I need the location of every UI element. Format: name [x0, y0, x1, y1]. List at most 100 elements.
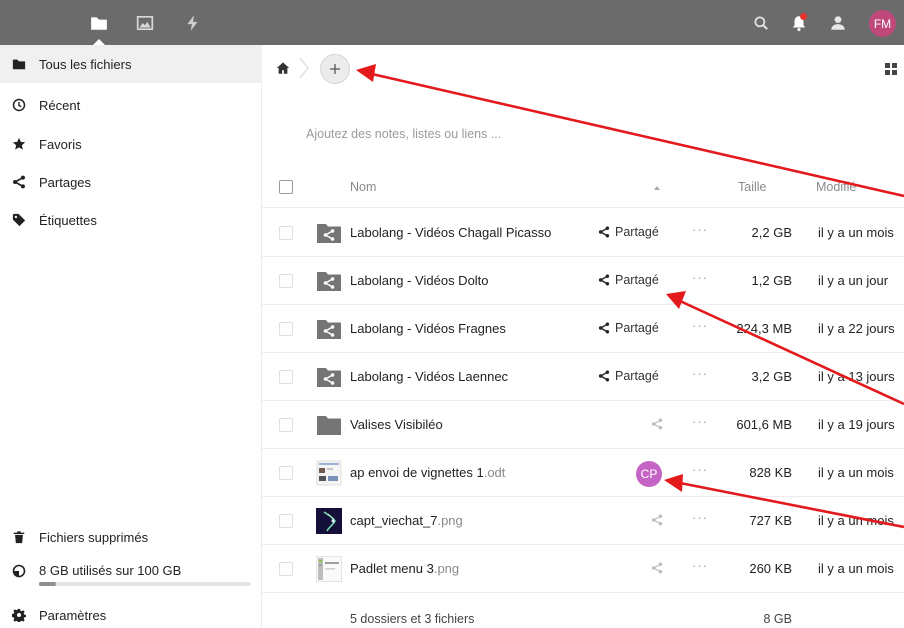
row-checkbox[interactable]	[279, 370, 293, 384]
tag-icon	[12, 213, 26, 227]
file-name[interactable]: Labolang - Vidéos Chagall Picasso	[350, 225, 551, 240]
row-checkbox[interactable]	[279, 274, 293, 288]
summary-size: 8 GB	[763, 612, 793, 626]
share-icon[interactable]	[651, 562, 663, 574]
column-header-modified[interactable]: Modifié	[816, 180, 856, 194]
share-status-button[interactable]: Partagé	[598, 273, 659, 287]
sidebar-item-settings[interactable]: Paramètres	[0, 596, 262, 628]
more-actions-icon[interactable]: ···	[692, 462, 708, 477]
file-modified-date: il y a 22 jours	[818, 321, 895, 336]
file-modified-date: il y a 19 jours	[818, 417, 895, 432]
row-checkbox[interactable]	[279, 514, 293, 528]
annotation-arrowhead	[356, 64, 376, 82]
file-modified-date: il y a un mois	[818, 561, 894, 576]
more-actions-icon[interactable]: ···	[692, 558, 708, 573]
shared-with-avatar[interactable]: CP	[636, 461, 662, 487]
file-name[interactable]: Labolang - Vidéos Laennec	[350, 369, 508, 384]
share-status-button[interactable]: Partagé	[598, 321, 659, 335]
sidebar-item-all-files[interactable]: Tous les fichiers	[0, 45, 262, 83]
column-header-size[interactable]: Taille	[738, 180, 767, 194]
share-icon	[12, 175, 26, 189]
file-size: 1,2 GB	[751, 273, 792, 288]
files-app-icon[interactable]	[90, 14, 108, 32]
quota-pie-icon	[12, 564, 26, 578]
share-status-button[interactable]: Partagé	[598, 225, 659, 239]
table-row[interactable]: Labolang - Vidéos Chagall Picasso Partag…	[262, 209, 904, 257]
contacts-icon[interactable]	[829, 14, 847, 32]
activity-app-icon[interactable]	[184, 14, 202, 32]
share-status-button[interactable]: Partagé	[598, 369, 659, 383]
file-name[interactable]: Labolang - Vidéos Dolto	[350, 273, 489, 288]
row-checkbox[interactable]	[279, 322, 293, 336]
table-row[interactable]: Padlet menu 3.png ··· 260 KB il y a un m…	[262, 545, 904, 593]
file-name[interactable]: ap envoi de vignettes 1.odt	[350, 465, 505, 480]
shared-folder-icon	[316, 316, 342, 342]
table-row[interactable]: Labolang - Vidéos Dolto Partagé ··· 1,2 …	[262, 257, 904, 305]
file-name[interactable]: Valises Visibiléo	[350, 417, 443, 432]
more-actions-icon[interactable]: ···	[692, 270, 708, 285]
notification-badge	[800, 13, 807, 20]
sidebar-item-recent[interactable]: Récent	[0, 86, 262, 124]
trash-icon	[12, 530, 26, 544]
sidebar-item-label: Favoris	[39, 136, 82, 152]
user-avatar[interactable]: FM	[869, 10, 896, 37]
folder-icon	[316, 412, 342, 438]
file-size: 260 KB	[749, 561, 792, 576]
sidebar-item-shares[interactable]: Partages	[0, 163, 262, 201]
shared-folder-icon	[316, 364, 342, 390]
image-thumbnail-icon	[316, 508, 342, 534]
rich-workspace-notes-placeholder[interactable]: Ajoutez des notes, listes ou liens ...	[306, 127, 501, 141]
share-icon[interactable]	[651, 418, 663, 430]
file-list-header: Nom Taille Modifié	[262, 166, 904, 208]
file-list-summary: 5 dossiers et 3 fichiers 8 GB	[262, 602, 904, 628]
home-icon[interactable]	[276, 61, 290, 75]
share-icon	[598, 370, 610, 382]
sidebar-item-label: Tous les fichiers	[39, 56, 132, 72]
image-thumbnail-icon	[316, 556, 342, 582]
photos-app-icon[interactable]	[136, 14, 154, 32]
grid-view-toggle-icon[interactable]	[884, 62, 898, 76]
table-row[interactable]: capt_viechat_7.png ··· 727 KB il y a un …	[262, 497, 904, 545]
file-modified-date: il y a un mois	[818, 513, 894, 528]
select-all-checkbox[interactable]	[279, 180, 293, 194]
table-row[interactable]: Labolang - Vidéos Fragnes Partagé ··· 22…	[262, 305, 904, 353]
more-actions-icon[interactable]: ···	[692, 318, 708, 333]
star-icon	[12, 137, 26, 151]
quota-progress-fill	[39, 582, 56, 586]
share-icon	[598, 274, 610, 286]
sidebar-item-tags[interactable]: Étiquettes	[0, 201, 262, 239]
sidebar-item-deleted-files[interactable]: Fichiers supprimés	[0, 518, 262, 556]
sort-ascending-icon	[654, 186, 660, 190]
file-modified-date: il y a un mois	[818, 465, 894, 480]
file-size: 601,6 MB	[736, 417, 792, 432]
share-icon[interactable]	[651, 514, 663, 526]
row-checkbox[interactable]	[279, 418, 293, 432]
row-checkbox[interactable]	[279, 562, 293, 576]
file-name[interactable]: Padlet menu 3.png	[350, 561, 459, 576]
more-actions-icon[interactable]: ···	[692, 510, 708, 525]
breadcrumb-separator-icon	[298, 56, 310, 80]
file-name[interactable]: Labolang - Vidéos Fragnes	[350, 321, 506, 336]
file-modified-date: il y a un mois	[818, 225, 894, 240]
table-row[interactable]: ap envoi de vignettes 1.odt CP ··· 828 K…	[262, 449, 904, 497]
share-icon	[598, 322, 610, 334]
sidebar-item-favorites[interactable]: Favoris	[0, 125, 262, 163]
plus-icon	[330, 64, 340, 74]
more-actions-icon[interactable]: ···	[692, 366, 708, 381]
new-file-button[interactable]	[320, 54, 350, 84]
file-size: 2,2 GB	[751, 225, 792, 240]
table-row[interactable]: Valises Visibiléo ··· 601,6 MB il y a 19…	[262, 401, 904, 449]
gear-icon	[12, 608, 26, 622]
file-modified-date: il y a 13 jours	[818, 369, 895, 384]
document-thumbnail-icon	[316, 460, 342, 486]
table-row[interactable]: Labolang - Vidéos Laennec Partagé ··· 3,…	[262, 353, 904, 401]
file-modified-date: il y a un jour	[818, 273, 889, 288]
column-header-name[interactable]: Nom	[350, 180, 376, 194]
search-icon[interactable]	[752, 14, 770, 32]
more-actions-icon[interactable]: ···	[692, 222, 708, 237]
row-checkbox[interactable]	[279, 466, 293, 480]
share-icon	[598, 226, 610, 238]
more-actions-icon[interactable]: ···	[692, 414, 708, 429]
row-checkbox[interactable]	[279, 226, 293, 240]
file-name[interactable]: capt_viechat_7.png	[350, 513, 463, 528]
